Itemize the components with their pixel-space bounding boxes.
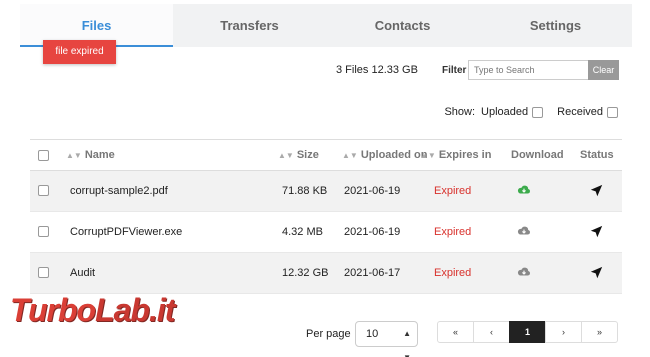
row-checkbox[interactable] bbox=[38, 185, 49, 196]
table-row[interactable]: corrupt-sample2.pdf 71.88 KB 2021-06-19 … bbox=[30, 171, 622, 212]
table-header: ▲▼ Name ▲▼ Size ▲▼ Uploaded on ▲▼ Expires in… bbox=[30, 139, 622, 171]
turbolab-watermark-logo: TurboLab.it bbox=[10, 292, 175, 328]
per-page-select[interactable]: 10 ▲▼ bbox=[355, 321, 418, 357]
column-header-status: Status bbox=[580, 149, 614, 161]
filter-label: Filter bbox=[442, 65, 467, 76]
cloud-download-icon[interactable] bbox=[517, 266, 531, 278]
show-filter-row: Show: Uploaded Received bbox=[444, 106, 618, 118]
received-label: Received bbox=[557, 106, 603, 118]
uploaded-date: 2021-06-17 bbox=[344, 267, 401, 279]
tab-contacts[interactable]: Contacts bbox=[326, 4, 479, 47]
search-input[interactable] bbox=[468, 60, 588, 80]
uploaded-date: 2021-06-19 bbox=[344, 226, 401, 238]
sort-icon: ▲▼ bbox=[342, 151, 358, 160]
row-checkbox[interactable] bbox=[38, 226, 49, 237]
send-icon[interactable] bbox=[590, 266, 603, 279]
pagination: « ‹ 1 › » bbox=[437, 321, 618, 343]
expiry-status: Expired bbox=[434, 226, 472, 238]
send-icon[interactable] bbox=[590, 184, 603, 197]
tab-settings[interactable]: Settings bbox=[479, 4, 632, 47]
received-checkbox[interactable] bbox=[607, 106, 618, 118]
error-toast[interactable]: file expired bbox=[43, 40, 116, 64]
table-row[interactable]: CorruptPDFViewer.exe 4.32 MB 2021-06-19 … bbox=[30, 212, 622, 253]
show-label: Show: bbox=[444, 106, 476, 118]
uploaded-checkbox[interactable] bbox=[532, 106, 544, 118]
uploaded-label: Uploaded bbox=[481, 106, 529, 118]
sort-icon: ▲▼ bbox=[66, 151, 82, 160]
sort-icon: ▲▼ bbox=[278, 151, 294, 160]
file-name[interactable]: CorruptPDFViewer.exe bbox=[70, 212, 182, 252]
row-checkbox[interactable] bbox=[38, 267, 49, 278]
per-page-label: Per page bbox=[306, 328, 351, 340]
file-name[interactable]: corrupt-sample2.pdf bbox=[70, 171, 168, 211]
expiry-status: Expired bbox=[434, 267, 472, 279]
previous-page-button[interactable]: ‹ bbox=[473, 321, 510, 343]
clear-button[interactable]: Clear bbox=[588, 60, 619, 80]
uploaded-date: 2021-06-19 bbox=[344, 185, 401, 197]
files-table: ▲▼ Name ▲▼ Size ▲▼ Uploaded on ▲▼ Expires in… bbox=[30, 139, 622, 294]
last-page-button[interactable]: » bbox=[581, 321, 618, 343]
column-header-uploaded[interactable]: ▲▼ Uploaded on bbox=[342, 140, 427, 171]
tab-transfers[interactable]: Transfers bbox=[173, 4, 326, 47]
file-size: 12.32 GB bbox=[282, 267, 329, 279]
next-page-button[interactable]: › bbox=[545, 321, 582, 343]
file-name[interactable]: Audit bbox=[70, 253, 95, 293]
files-summary: 3 Files 12.33 GB bbox=[336, 64, 418, 76]
select-caret-icon: ▲▼ bbox=[403, 329, 411, 357]
page-1-button[interactable]: 1 bbox=[509, 321, 546, 343]
cloud-download-icon[interactable] bbox=[517, 184, 531, 196]
file-size: 71.88 KB bbox=[282, 185, 328, 197]
column-header-download: Download bbox=[511, 149, 564, 161]
table-row[interactable]: Audit 12.32 GB 2021-06-17 Expired bbox=[30, 253, 622, 294]
select-all-checkbox[interactable] bbox=[38, 150, 49, 161]
file-size: 4.32 MB bbox=[282, 226, 323, 238]
column-header-expires[interactable]: ▲▼ Expires in bbox=[420, 140, 491, 171]
cloud-download-icon[interactable] bbox=[517, 225, 531, 237]
expiry-status: Expired bbox=[434, 185, 472, 197]
column-header-name[interactable]: ▲▼ Name bbox=[66, 140, 115, 171]
per-page-value: 10 bbox=[366, 328, 379, 340]
send-icon[interactable] bbox=[590, 225, 603, 238]
first-page-button[interactable]: « bbox=[437, 321, 474, 343]
column-header-size[interactable]: ▲▼ Size bbox=[278, 140, 319, 171]
sort-icon: ▲▼ bbox=[420, 151, 436, 160]
